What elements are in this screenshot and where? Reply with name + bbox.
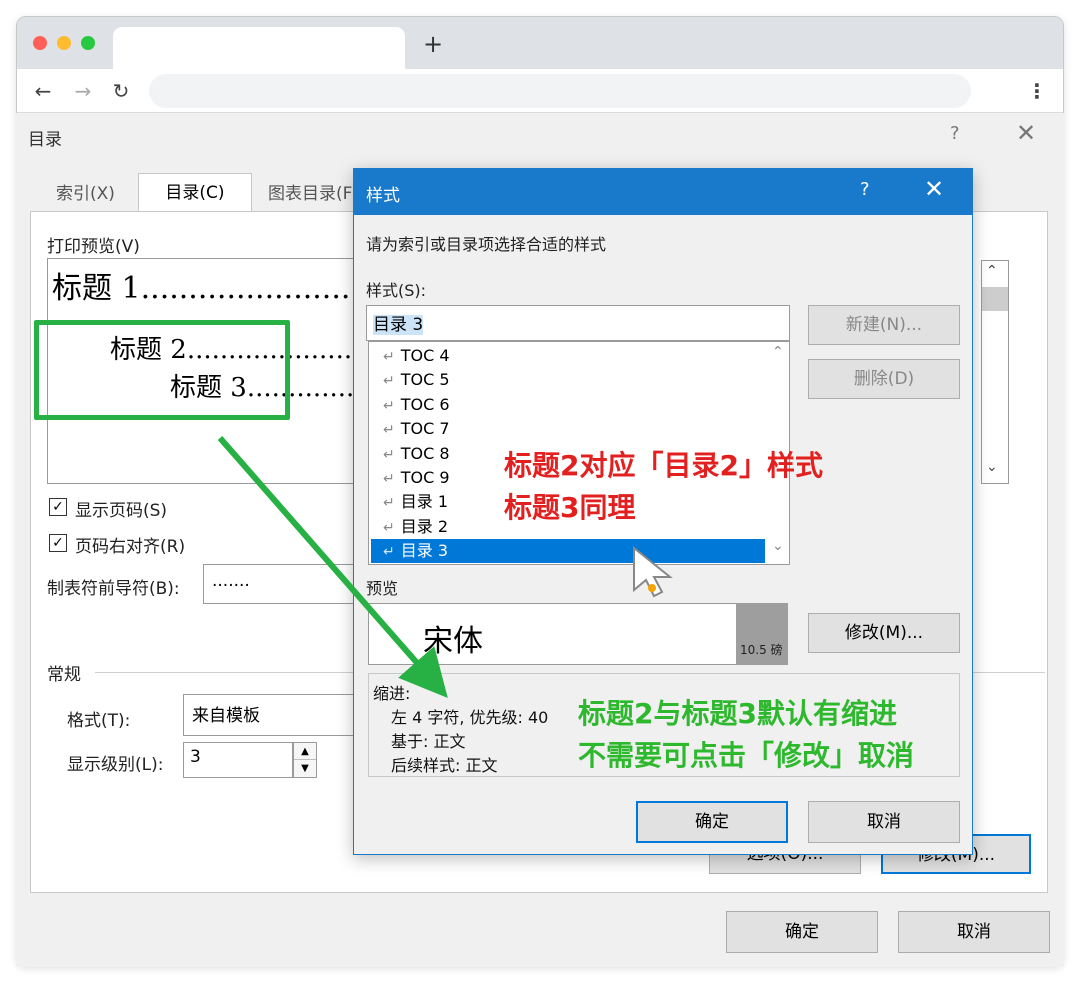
- mouse-cursor-icon: [633, 545, 673, 598]
- annotation-overlay: [217, 436, 673, 699]
- green-arrow: [217, 436, 448, 699]
